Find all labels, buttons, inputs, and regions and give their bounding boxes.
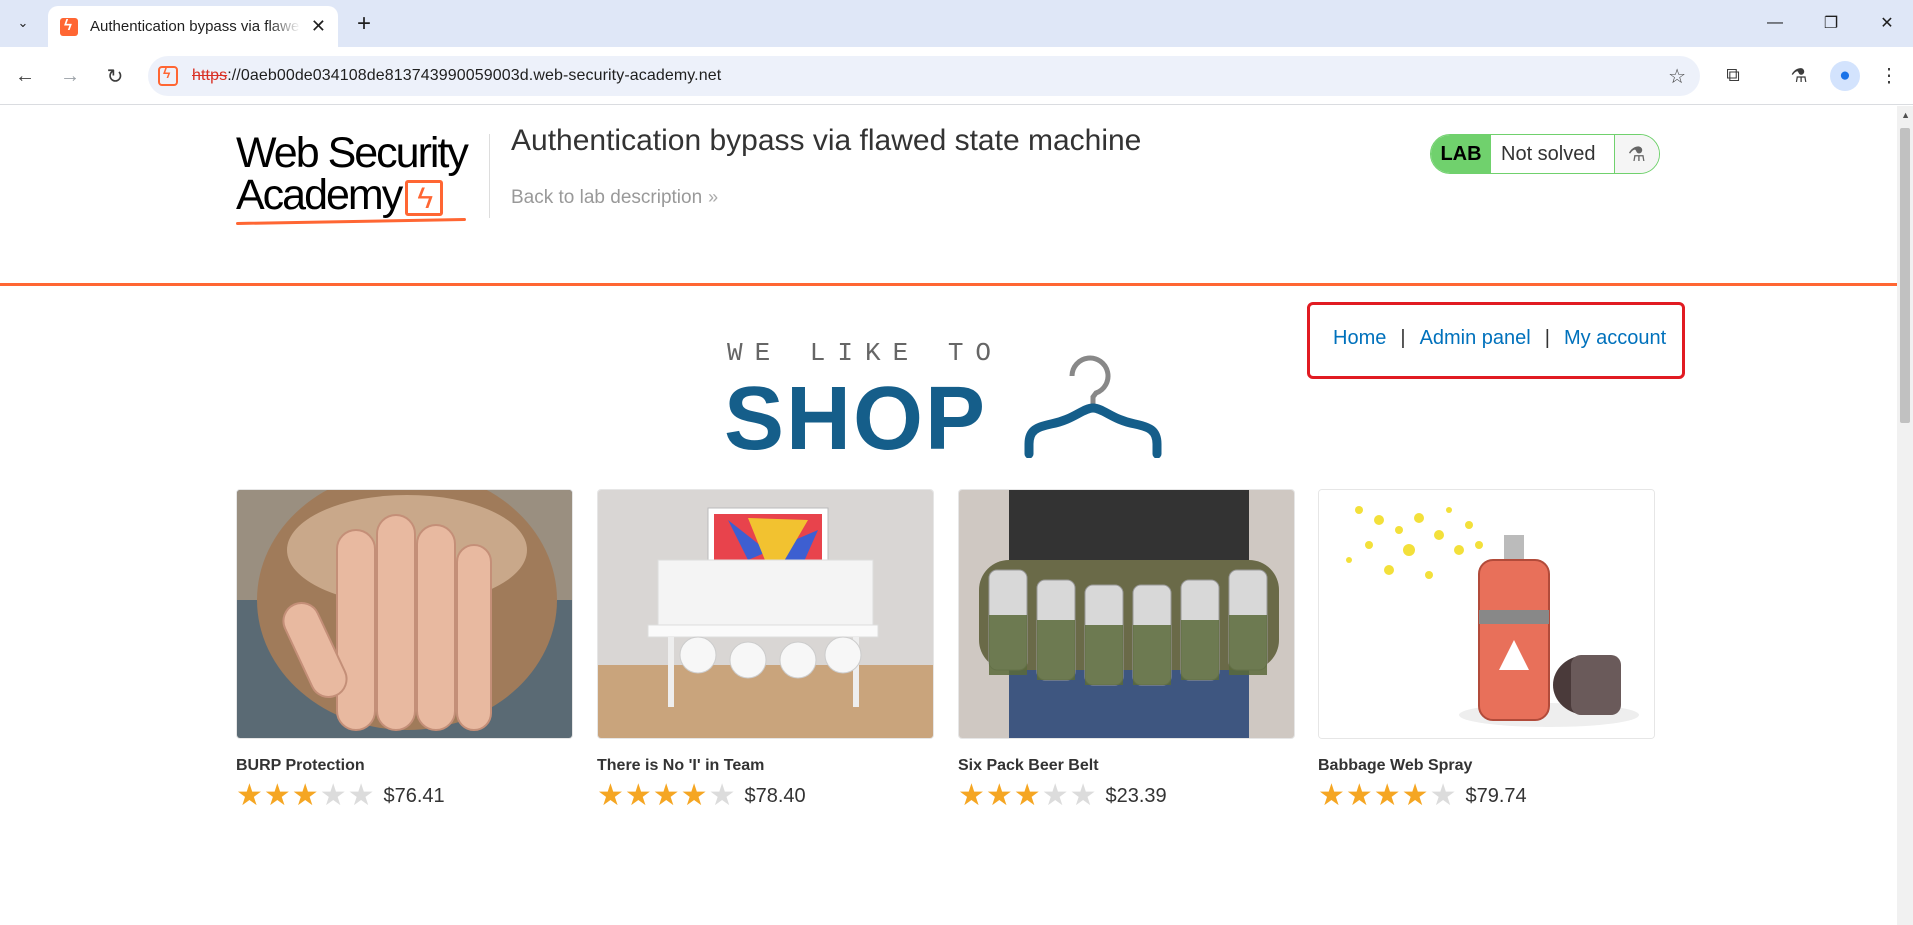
product-card[interactable]: There is No 'I' in Team ★★★★★ $78.40 [597,489,934,811]
rating-stars: ★★★★★ [236,779,376,812]
tab-search-icon[interactable]: ⌄ [10,10,36,36]
banner-title: SHOP [724,369,988,469]
lab-status-widget: LAB Not solved ⚗ [1430,134,1660,174]
labs-icon[interactable]: ⚗ [1784,61,1814,91]
product-price: $79.74 [1465,784,1527,807]
restore-icon[interactable]: ❐ [1808,8,1854,38]
product-image[interactable] [597,489,934,739]
product-card[interactable]: BURP Protection ★★★★★ $76.41 [236,489,573,811]
banner-tagline: WE LIKE TO [727,338,1004,368]
forward-icon[interactable]: → [55,61,85,91]
product-price: $78.40 [744,784,806,807]
site-info-icon[interactable] [158,65,178,86]
back-icon[interactable]: ← [10,61,40,91]
logo-bolt-icon [405,178,444,220]
lab-status-text: Not solved [1491,135,1615,173]
product-image[interactable] [1318,489,1655,739]
extensions-icon[interactable]: ⧉ [1718,61,1748,91]
top-nav: Home | Admin panel | My account [1333,327,1667,349]
product-image[interactable] [236,489,573,739]
admin-panel-link[interactable]: Admin panel [1420,327,1531,349]
product-card[interactable]: Six Pack Beer Belt ★★★★★ $23.39 [958,489,1295,811]
close-icon[interactable]: ✕ [311,16,326,37]
product-card[interactable]: Babbage Web Spray ★★★★★ $79.74 [1318,489,1655,811]
hanger-icon [1024,355,1162,458]
rating-stars: ★★★★★ [1318,779,1458,812]
academy-header: Web Security Academy Authentication bypa… [0,106,1897,286]
product-name: There is No 'I' in Team [597,757,765,774]
web-security-academy-logo[interactable]: Web Security Academy [235,132,486,226]
home-link[interactable]: Home [1333,327,1386,349]
browser-toolbar: ← → ↻ https://0aeb00de034108de8137439900… [0,47,1913,105]
rating-stars: ★★★★★ [597,779,737,812]
tab-strip: ⌄ Authentication bypass via flawed state… [0,0,1913,47]
minimize-icon[interactable]: — [1752,8,1798,38]
tab-title: Authentication bypass via flawed state m… [90,18,300,35]
favicon-icon [60,17,78,36]
plus-icon[interactable]: + [350,10,378,38]
scroll-up-icon[interactable]: ▲ [1901,110,1910,120]
rating-stars: ★★★★★ [958,779,1098,812]
product-name: BURP Protection [236,757,365,774]
my-account-link[interactable]: My account [1564,327,1666,349]
scrollbar-thumb[interactable] [1900,128,1910,423]
page-content: Web Security Academy Authentication bypa… [0,106,1897,925]
header-divider [489,134,490,218]
back-to-lab-description-link[interactable]: Back to lab description» [511,187,718,209]
lab-badge: LAB [1431,135,1491,173]
product-price: $23.39 [1105,784,1167,807]
close-window-icon[interactable]: ✕ [1864,8,1910,38]
star-icon[interactable]: ☆ [1668,64,1686,89]
lab-title: Authentication bypass via flawed state m… [511,124,1142,157]
product-name: Babbage Web Spray [1318,757,1473,774]
address-bar[interactable]: https://0aeb00de034108de813743990059003d… [148,56,1700,96]
browser-tab[interactable]: Authentication bypass via flawed state m… [48,6,338,47]
flask-icon: ⚗ [1614,135,1659,173]
menu-icon[interactable]: ⋮ [1874,61,1904,91]
shop-banner: WE LIKE TO SHOP [724,338,1167,469]
logo-underline [235,217,467,226]
product-name: Six Pack Beer Belt [958,757,1099,774]
product-price: $76.41 [383,784,445,807]
reload-icon[interactable]: ↻ [100,61,130,91]
double-chevron-icon: » [708,187,719,207]
product-image[interactable] [958,489,1295,739]
profile-icon[interactable]: ● [1830,61,1860,91]
url-text[interactable]: https://0aeb00de034108de813743990059003d… [192,67,721,85]
